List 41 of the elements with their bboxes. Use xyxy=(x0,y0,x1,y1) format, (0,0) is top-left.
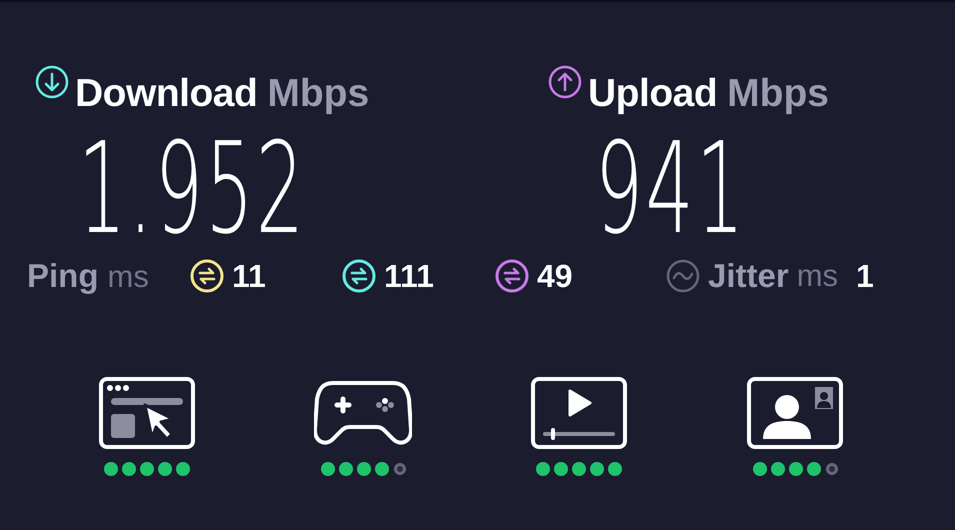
rating-dot xyxy=(320,462,334,476)
speed-unit: Mbps xyxy=(727,72,829,116)
latency-value: 111 xyxy=(384,258,434,294)
ping-unit: ms xyxy=(108,259,149,295)
rating-dot xyxy=(356,462,370,476)
jitter-value: 1 xyxy=(856,258,874,294)
jitter-unit: ms xyxy=(796,258,838,294)
latency-value: 49 xyxy=(537,258,573,294)
rating-dot xyxy=(140,462,154,476)
browser-cursor-icon xyxy=(99,377,195,449)
latency-value: 11 xyxy=(232,258,266,294)
rating-dot xyxy=(554,462,568,476)
video-player-icon xyxy=(531,377,627,449)
download-icon xyxy=(35,65,69,99)
rating-dot xyxy=(608,462,622,476)
ping-label: Ping xyxy=(27,257,98,295)
rating-dot xyxy=(806,462,820,476)
rating-dot xyxy=(122,462,136,476)
rating-dot xyxy=(770,462,784,476)
jitter-icon xyxy=(666,259,700,293)
video-call-icon xyxy=(747,377,843,449)
speed-value: 1.952 xyxy=(78,126,306,252)
rating-dot xyxy=(590,462,604,476)
rating-dot xyxy=(752,462,766,476)
rating-dot xyxy=(104,462,118,476)
rating-dot xyxy=(788,462,802,476)
upload-icon xyxy=(548,65,582,99)
rating-dot xyxy=(394,463,406,475)
rating-dot xyxy=(572,462,586,476)
rating-dot xyxy=(176,462,190,476)
speed-label: Download xyxy=(75,72,258,116)
speed-label: Upload xyxy=(588,72,718,116)
rating-dot xyxy=(536,462,550,476)
jitter-label: Jitter xyxy=(708,257,789,295)
speed-unit: Mbps xyxy=(267,72,370,116)
rating-dot xyxy=(338,462,352,476)
rating-dot xyxy=(374,462,388,476)
speed-value: 941 xyxy=(595,126,746,252)
rating-dot xyxy=(826,463,838,475)
gamepad-icon xyxy=(314,381,412,445)
rating-dot xyxy=(158,462,172,476)
